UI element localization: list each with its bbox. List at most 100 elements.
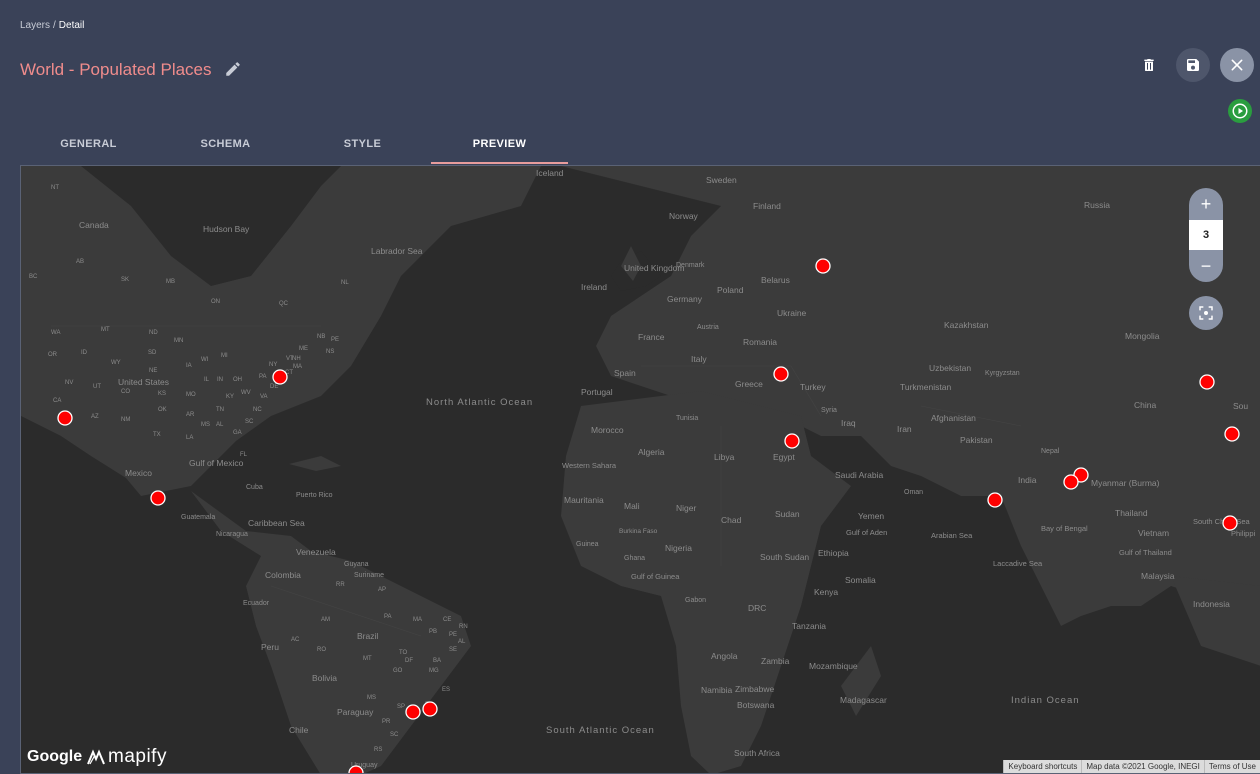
label-finland: Finland xyxy=(753,201,781,211)
state-code-label: AL xyxy=(458,639,466,645)
label-thailand: Thailand xyxy=(1115,508,1148,518)
pencil-icon[interactable] xyxy=(224,60,242,78)
state-code-label: SC xyxy=(390,732,399,738)
state-code-label: PA xyxy=(259,374,267,380)
state-code-label: RR xyxy=(336,582,345,588)
label-egypt: Egypt xyxy=(773,452,795,462)
state-code-label: KS xyxy=(158,391,166,397)
header-actions xyxy=(1132,48,1254,82)
state-code-label: KY xyxy=(226,394,234,400)
map-canvas[interactable]: Iceland Sweden Finland Norway Russia Can… xyxy=(21,166,1260,774)
label-sou: Sou xyxy=(1233,401,1248,411)
label-gulf-of-mexico: Gulf of Mexico xyxy=(189,458,244,468)
label-zambia: Zambia xyxy=(761,656,790,666)
label-russia: Russia xyxy=(1084,200,1110,210)
label-iceland: Iceland xyxy=(536,168,564,178)
label-poland: Poland xyxy=(717,285,744,295)
state-code-label: DE xyxy=(270,384,278,390)
delete-button[interactable] xyxy=(1132,48,1166,82)
state-code-label: WV xyxy=(241,390,251,396)
terms-of-use-link[interactable]: Terms of Use xyxy=(1203,760,1260,773)
place-marker[interactable] xyxy=(150,490,166,506)
label-labrador-sea: Labrador Sea xyxy=(371,246,423,256)
state-code-label: MN xyxy=(174,338,183,344)
state-code-label: GO xyxy=(393,668,403,674)
label-tanzania: Tanzania xyxy=(792,621,826,631)
place-marker[interactable] xyxy=(1222,515,1238,531)
keyboard-shortcuts-link[interactable]: Keyboard shortcuts xyxy=(1003,760,1082,773)
state-code-label: NB xyxy=(317,334,325,340)
state-code-label: SP xyxy=(397,704,405,710)
label-united-states: United States xyxy=(118,377,169,387)
label-gulf-of-thailand: Gulf of Thailand xyxy=(1119,548,1172,557)
state-code-label: MG xyxy=(429,668,439,674)
state-code-label: NL xyxy=(341,280,349,286)
label-caribbean-sea: Caribbean Sea xyxy=(248,518,305,528)
place-marker[interactable] xyxy=(422,701,438,717)
state-code-label: SE xyxy=(449,647,457,653)
state-code-label: OR xyxy=(48,352,58,358)
tab-general[interactable]: GENERAL xyxy=(20,130,157,164)
label-guinea: Guinea xyxy=(576,541,599,548)
place-marker[interactable] xyxy=(987,492,1003,508)
map-preview[interactable]: Iceland Sweden Finland Norway Russia Can… xyxy=(20,165,1260,774)
label-kenya: Kenya xyxy=(814,587,838,597)
zoom-control: + 3 − xyxy=(1189,188,1223,282)
label-uzbekistan: Uzbekistan xyxy=(929,363,971,373)
label-niger: Niger xyxy=(676,503,696,513)
state-code-label: MS xyxy=(367,695,376,701)
tab-preview[interactable]: PREVIEW xyxy=(431,130,568,164)
state-code-label: PR xyxy=(382,719,391,725)
label-chile: Chile xyxy=(289,725,309,735)
zoom-level: 3 xyxy=(1189,220,1223,250)
label-greece: Greece xyxy=(735,379,763,389)
label-oman: Oman xyxy=(904,489,923,496)
label-portugal: Portugal xyxy=(581,387,613,397)
label-gulf-of-guinea: Gulf of Guinea xyxy=(631,572,680,581)
close-button[interactable] xyxy=(1220,48,1254,82)
state-code-label: DF xyxy=(405,658,413,664)
state-code-label: AC xyxy=(291,637,300,643)
place-marker[interactable] xyxy=(348,765,364,774)
label-romania: Romania xyxy=(743,337,777,347)
play-icon xyxy=(1232,103,1248,119)
breadcrumb-layers-link[interactable]: Layers xyxy=(20,20,50,31)
state-code-label: RO xyxy=(317,647,326,653)
label-algeria: Algeria xyxy=(638,447,665,457)
fit-bounds-button[interactable] xyxy=(1189,296,1223,330)
state-code-label: SC xyxy=(245,419,254,425)
zoom-in-button[interactable]: + xyxy=(1189,188,1223,220)
place-marker[interactable] xyxy=(272,369,288,385)
label-austria: Austria xyxy=(697,324,719,331)
state-code-label: RS xyxy=(374,747,382,753)
place-marker[interactable] xyxy=(773,366,789,382)
place-marker[interactable] xyxy=(784,433,800,449)
place-marker[interactable] xyxy=(57,410,73,426)
label-canada: Canada xyxy=(79,220,109,230)
label-sweden: Sweden xyxy=(706,175,737,185)
place-marker[interactable] xyxy=(1063,474,1079,490)
save-button[interactable] xyxy=(1176,48,1210,82)
tab-style[interactable]: STYLE xyxy=(294,130,431,164)
state-code-label: NH xyxy=(292,356,301,362)
label-iran: Iran xyxy=(897,424,912,434)
label-iraq: Iraq xyxy=(841,418,856,428)
tab-schema[interactable]: SCHEMA xyxy=(157,130,294,164)
label-cuba: Cuba xyxy=(246,484,263,491)
label-bay-of-bengal: Bay of Bengal xyxy=(1041,524,1088,533)
label-germany: Germany xyxy=(667,294,703,304)
run-button[interactable] xyxy=(1228,99,1252,123)
place-marker[interactable] xyxy=(815,258,831,274)
fit-bounds-icon xyxy=(1199,306,1213,320)
place-marker[interactable] xyxy=(405,704,421,720)
label-brazil: Brazil xyxy=(357,631,378,641)
label-burkina-faso: Burkina Faso xyxy=(619,528,658,535)
state-code-label: IA xyxy=(186,363,192,369)
label-south-atlantic-ocean: South Atlantic Ocean xyxy=(546,725,655,736)
place-marker[interactable] xyxy=(1224,426,1240,442)
label-italy: Italy xyxy=(691,354,707,364)
label-venezuela: Venezuela xyxy=(296,547,336,557)
label-paraguay: Paraguay xyxy=(337,707,374,717)
place-marker[interactable] xyxy=(1199,374,1215,390)
state-code-label: SK xyxy=(121,277,129,283)
